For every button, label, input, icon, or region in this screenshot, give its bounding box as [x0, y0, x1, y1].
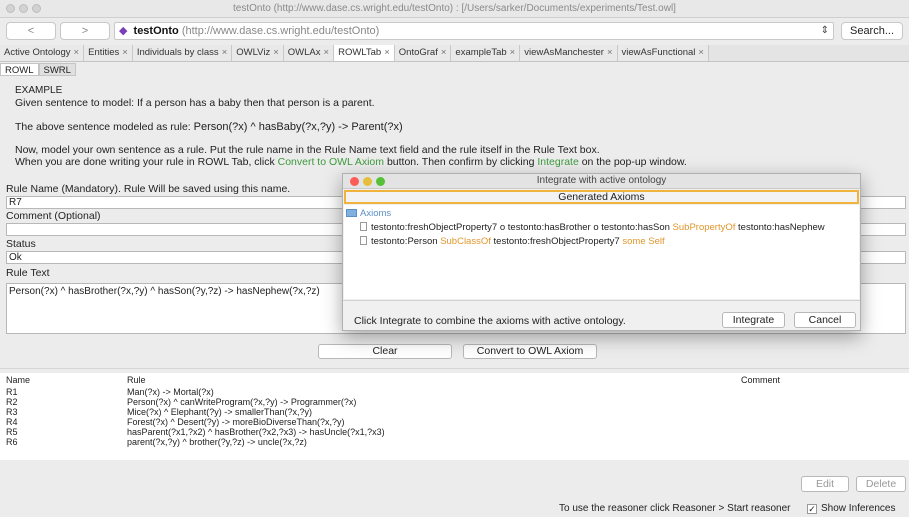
convert-link-text: Convert to OWL Axiom	[277, 156, 385, 168]
tab-close-icon[interactable]: ×	[441, 47, 447, 58]
axioms-node[interactable]: Axioms	[346, 208, 391, 219]
tab-individuals-by-class[interactable]: Individuals by class ×	[132, 45, 233, 61]
document-icon	[360, 236, 367, 245]
table-row[interactable]: R6 parent(?x,?y) ^ brother(?y,?z) -> uncl…	[0, 437, 909, 448]
dialog-footer-text: Click Integrate to combine the axioms wi…	[354, 315, 626, 327]
tab-bar: Active Ontology × Entities × Individuals by …	[0, 45, 909, 62]
document-icon	[360, 222, 367, 231]
tab-active-ontology[interactable]: Active Ontology ×	[0, 45, 85, 61]
sub-tab-bar: ROWL SWRL	[0, 63, 76, 77]
split-divider[interactable]	[0, 368, 909, 369]
tab-owlviz[interactable]: OWLViz ×	[232, 45, 284, 61]
header-rule[interactable]: Rule	[127, 375, 146, 386]
tab-viewasfunctional[interactable]: viewAsFunctional ×	[617, 45, 709, 61]
integrate-button[interactable]: Integrate	[722, 312, 785, 328]
rule-text-label: Rule Text	[6, 267, 50, 279]
integrate-link-text: Integrate	[537, 156, 579, 168]
tab-close-icon[interactable]: ×	[324, 47, 330, 58]
back-button[interactable]: <	[6, 22, 56, 40]
status-label: Status	[6, 238, 36, 250]
integrate-dialog: Integrate with active ontology Generated…	[342, 173, 861, 331]
updown-arrows-icon[interactable]: ⇕	[821, 23, 829, 39]
search-button[interactable]: Search...	[841, 22, 903, 40]
example-heading: EXAMPLE	[15, 85, 63, 96]
convert-to-owl-axiom-button[interactable]: Convert to OWL Axiom	[463, 344, 597, 359]
delete-button[interactable]: Delete	[856, 476, 906, 492]
folder-icon	[346, 209, 357, 217]
tab-ontograf[interactable]: OntoGraf ×	[394, 45, 452, 61]
header-comment[interactable]: Comment	[741, 375, 780, 386]
tab-rowltab[interactable]: ROWLTab ×	[334, 45, 395, 61]
cancel-button[interactable]: Cancel	[794, 312, 856, 328]
axiom-item[interactable]: testonto:Person SubClassOf testonto:fres…	[360, 236, 665, 247]
subtab-rowl[interactable]: ROWL	[0, 63, 39, 76]
generated-axioms-header: Generated Axioms	[344, 190, 859, 204]
subtab-swrl[interactable]: SWRL	[38, 63, 76, 76]
tab-close-icon[interactable]: ×	[122, 47, 128, 58]
dialog-footer: Click Integrate to combine the axioms wi…	[343, 300, 860, 330]
comment-label: Comment (Optional)	[6, 210, 101, 222]
edit-button[interactable]: Edit	[801, 476, 849, 492]
ontology-address-field[interactable]: ◆ testOnto (http://www.dase.cs.wright.ed…	[114, 22, 834, 40]
tab-close-icon[interactable]: ×	[384, 47, 390, 58]
tab-close-icon[interactable]: ×	[698, 47, 704, 58]
forward-button[interactable]: >	[60, 22, 110, 40]
clear-button[interactable]: Clear	[318, 344, 452, 359]
header-name[interactable]: Name	[6, 375, 30, 386]
window-title-bar: testOnto (http://www.dase.cs.wright.edu/…	[0, 0, 909, 18]
axiom-item[interactable]: testonto:freshObjectProperty7 o testonto…	[360, 222, 825, 233]
modeled-sentence: The above sentence modeled as rule: Pers…	[15, 121, 403, 133]
tab-close-icon[interactable]: ×	[222, 47, 228, 58]
instruction-when: When you are done writing your rule in R…	[15, 156, 687, 168]
table-header: Name Rule Comment	[0, 375, 909, 386]
dialog-title: Integrate with active ontology	[536, 175, 667, 186]
instruction-now: Now, model your own sentence as a rule. …	[15, 144, 600, 156]
show-inferences-toggle[interactable]: ✓ Show Inferences	[807, 503, 896, 514]
modeled-rule: Person(?x) ^ hasBaby(?x,?y) -> Parent(?x…	[193, 121, 403, 133]
tab-exampletab[interactable]: exampleTab ×	[451, 45, 521, 61]
ontology-name: testOnto	[133, 25, 179, 37]
dialog-title-bar: Integrate with active ontology	[343, 174, 860, 189]
axioms-tree: Axioms testonto:freshObjectProperty7 o t…	[344, 205, 859, 299]
reasoner-hint: To use the reasoner click Reasoner > Sta…	[559, 503, 791, 514]
given-sentence: Given sentence to model: If a person has…	[15, 97, 375, 109]
checkbox[interactable]: ✓	[807, 504, 817, 514]
rule-name-label: Rule Name (Mandatory). Rule Will be save…	[6, 183, 291, 195]
tab-close-icon[interactable]: ×	[510, 47, 516, 58]
tab-entities[interactable]: Entities ×	[84, 45, 133, 61]
tab-close-icon[interactable]: ×	[273, 47, 279, 58]
ontology-url: (http://www.dase.cs.wright.edu/testOnto)	[181, 25, 380, 37]
window-title: testOnto (http://www.dase.cs.wright.edu/…	[233, 3, 676, 14]
tab-viewasmanchester[interactable]: viewAsManchester ×	[520, 45, 618, 61]
tab-close-icon[interactable]: ×	[607, 47, 613, 58]
tab-owlax[interactable]: OWLAx ×	[283, 45, 335, 61]
tab-close-icon[interactable]: ×	[74, 47, 80, 58]
ontology-diamond-icon: ◆	[119, 25, 128, 37]
address-toolbar: < > ◆ testOnto (http://www.dase.cs.wrigh…	[0, 18, 909, 45]
